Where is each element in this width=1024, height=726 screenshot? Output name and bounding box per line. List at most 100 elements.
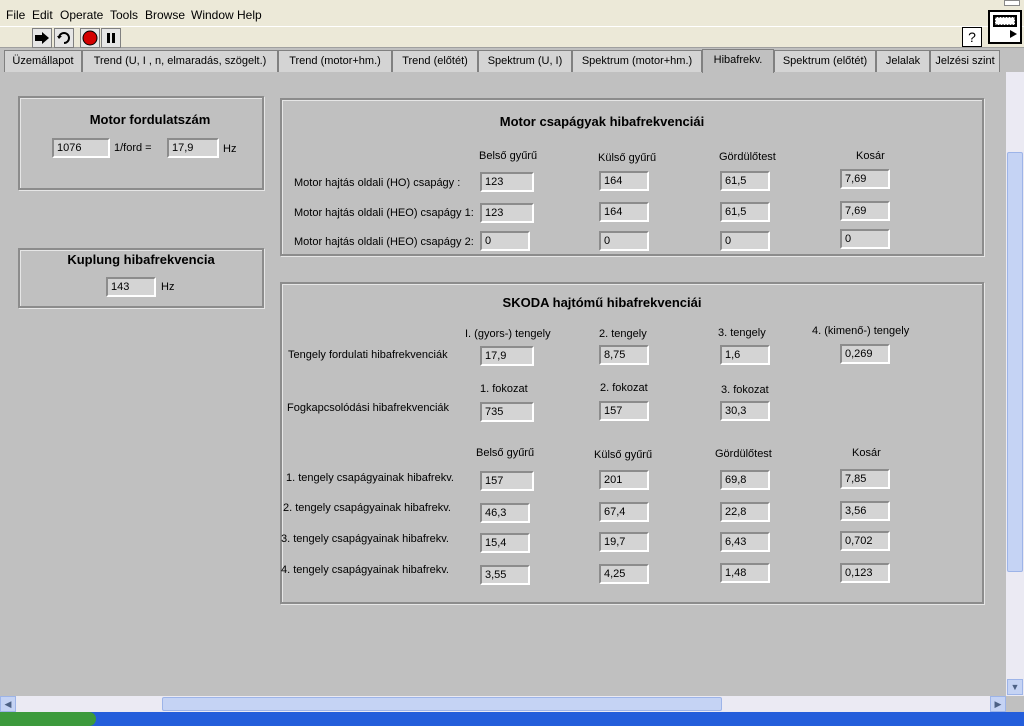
coupling-field[interactable]: 143 [106, 277, 156, 297]
shaft-value-field[interactable]: 0,269 [840, 344, 890, 364]
close-icon[interactable] [1004, 0, 1020, 6]
col-shaft-1: I. (gyors-) tengely [465, 328, 551, 340]
menu-browse[interactable]: Browse [145, 8, 185, 22]
coupling-unit: Hz [161, 281, 175, 293]
menu-window[interactable]: Window [191, 8, 234, 22]
pause-button[interactable] [101, 28, 121, 48]
shaft-row-label: Tengely fordulati hibafrekvenciák [288, 349, 448, 361]
taskbar [0, 712, 1024, 726]
bearing-value-field[interactable]: 61,5 [720, 171, 770, 191]
shaft-bearing-field[interactable]: 0,702 [840, 531, 890, 551]
shaft-bearing-field[interactable]: 7,85 [840, 469, 890, 489]
motor-speed-title: Motor fordulatszám [89, 112, 211, 127]
shaft-bearing-field[interactable]: 0,123 [840, 563, 890, 583]
bearing-value-field[interactable]: 0 [840, 229, 890, 249]
bearing-value-field[interactable]: 0 [480, 231, 530, 251]
menu-bar: File Edit Operate Tools Browse Window He… [0, 0, 1024, 26]
shaft-bearing-field[interactable]: 3,55 [480, 565, 530, 585]
bearing-row-label: Motor hajtás oldali (HEO) csapágy 2: [294, 236, 474, 248]
col-shaft-4: 4. (kimenő-) tengely [812, 325, 910, 337]
bearing-value-field[interactable]: 164 [599, 171, 649, 191]
horizontal-scroll-thumb[interactable] [162, 697, 722, 711]
horizontal-scrollbar[interactable]: ◀ ▶ [0, 696, 1006, 712]
shaft-value-field[interactable]: 17,9 [480, 346, 534, 366]
gear-value-field[interactable]: 735 [480, 402, 534, 422]
bearing-row-label: Motor hajtás oldali (HEO) csapágy 1: [294, 207, 474, 219]
shaft-value-field[interactable]: 1,6 [720, 345, 770, 365]
bearing-value-field[interactable]: 123 [480, 172, 534, 192]
col-gordulotest: Gördülőtest [715, 448, 772, 460]
menu-file[interactable]: File [6, 8, 25, 22]
shaft-bearing-field[interactable]: 157 [480, 471, 534, 491]
scroll-right-icon[interactable]: ▶ [990, 696, 1006, 712]
motor-hz-field[interactable]: 17,9 [167, 138, 219, 158]
motor-rpm-field[interactable]: 1076 [52, 138, 110, 158]
bearing-value-field[interactable]: 61,5 [720, 202, 770, 222]
tab-hibafrekv[interactable]: Hibafrekv. [702, 49, 774, 73]
shaft-value-field[interactable]: 8,75 [599, 345, 649, 365]
col-gear-2: 2. fokozat [600, 382, 648, 394]
help-button[interactable]: ? [962, 27, 982, 47]
shaft-bearing-field[interactable]: 19,7 [599, 532, 649, 552]
menu-tools[interactable]: Tools [110, 8, 138, 22]
vertical-scroll-thumb[interactable] [1007, 152, 1023, 572]
shaft-bearing-field[interactable]: 4,25 [599, 564, 649, 584]
ford-label: 1/ford = [114, 142, 152, 154]
tab-spektrum-motor[interactable]: Spektrum (motor+hm.) [572, 50, 702, 72]
bearing-value-field[interactable]: 0 [720, 231, 770, 251]
shaft-bearing-field[interactable]: 22,8 [720, 502, 770, 522]
col-gear-1: 1. fokozat [480, 383, 528, 395]
tab-jelalak[interactable]: Jelalak [876, 50, 930, 72]
shaft-bearing-field[interactable]: 46,3 [480, 503, 530, 523]
gear-value-field[interactable]: 30,3 [720, 401, 770, 421]
bearing-value-field[interactable]: 164 [599, 202, 649, 222]
bearing-value-field[interactable]: 0 [599, 231, 649, 251]
start-button[interactable] [0, 712, 96, 726]
motor-hz-unit: Hz [223, 143, 237, 155]
scroll-left-icon[interactable]: ◀ [0, 696, 16, 712]
run-continuously-button[interactable] [54, 28, 74, 48]
scroll-down-icon[interactable]: ▼ [1007, 679, 1023, 695]
tab-trend-u-i-n[interactable]: Trend (U, I , n, elmaradás, szögelt.) [82, 50, 278, 72]
vi-grid-icon [993, 15, 1017, 38]
tab-uzemallapot[interactable]: Üzemállapot [4, 50, 82, 72]
tab-jelzesi-szint[interactable]: Jelzési szint [930, 50, 1000, 72]
run-arrow-icon [35, 32, 49, 44]
shaft-bearing-field[interactable]: 3,56 [840, 501, 890, 521]
toolbar [0, 26, 1024, 48]
run-arrow-button[interactable] [32, 28, 52, 48]
tab-trend-elotet[interactable]: Trend (előtét) [392, 50, 478, 72]
tab-spektrum-elotet[interactable]: Spektrum (előtét) [774, 50, 876, 72]
menu-help[interactable]: Help [237, 8, 262, 22]
col-kosar: Kosár [852, 447, 881, 459]
tab-spektrum-u-i[interactable]: Spektrum (U, I) [478, 50, 572, 72]
vertical-scrollbar[interactable]: ▼ [1006, 72, 1024, 696]
bearing-row-label: Motor hajtás oldali (HO) csapágy : [294, 177, 461, 189]
col-gordulotest: Gördülőtest [719, 151, 776, 163]
motor-bearings-title: Motor csapágyak hibafrekvenciái [499, 114, 705, 129]
bearing-value-field[interactable]: 7,69 [840, 201, 890, 221]
shaft-bearing-field[interactable]: 201 [599, 470, 649, 490]
gear-value-field[interactable]: 157 [599, 401, 649, 421]
shaft-bearing-field[interactable]: 69,8 [720, 470, 770, 490]
pause-icon [107, 33, 115, 43]
bearing-value-field[interactable]: 123 [480, 203, 534, 223]
shaft-bearing-field[interactable]: 1,48 [720, 563, 770, 583]
col-belso-gyuru: Belső gyűrű [476, 447, 535, 459]
shaft-bearing-row-label: 1. tengely csapágyainak hibafrekv. [286, 472, 454, 484]
menu-edit[interactable]: Edit [32, 8, 53, 22]
shaft-bearing-row-label: 3. tengely csapágyainak hibafrekv. [281, 533, 449, 545]
tab-trend-motor[interactable]: Trend (motor+hm.) [278, 50, 392, 72]
shaft-bearing-row-label: 2. tengely csapágyainak hibafrekv. [283, 502, 451, 514]
stop-icon [82, 30, 98, 46]
shaft-bearing-field[interactable]: 67,4 [599, 502, 649, 522]
menu-operate[interactable]: Operate [60, 8, 103, 22]
shaft-bearing-field[interactable]: 6,43 [720, 532, 770, 552]
bearing-value-field[interactable]: 7,69 [840, 169, 890, 189]
shaft-bearing-field[interactable]: 15,4 [480, 533, 530, 553]
col-gear-3: 3. fokozat [721, 384, 769, 396]
tab-bar: Üzemállapot Trend (U, I , n, elmaradás, … [0, 49, 1006, 73]
col-belso-gyuru: Belső gyűrű [479, 150, 538, 162]
abort-button[interactable] [80, 28, 100, 48]
gearbox-title: SKODA hajtómű hibafrekvenciái [502, 295, 702, 310]
